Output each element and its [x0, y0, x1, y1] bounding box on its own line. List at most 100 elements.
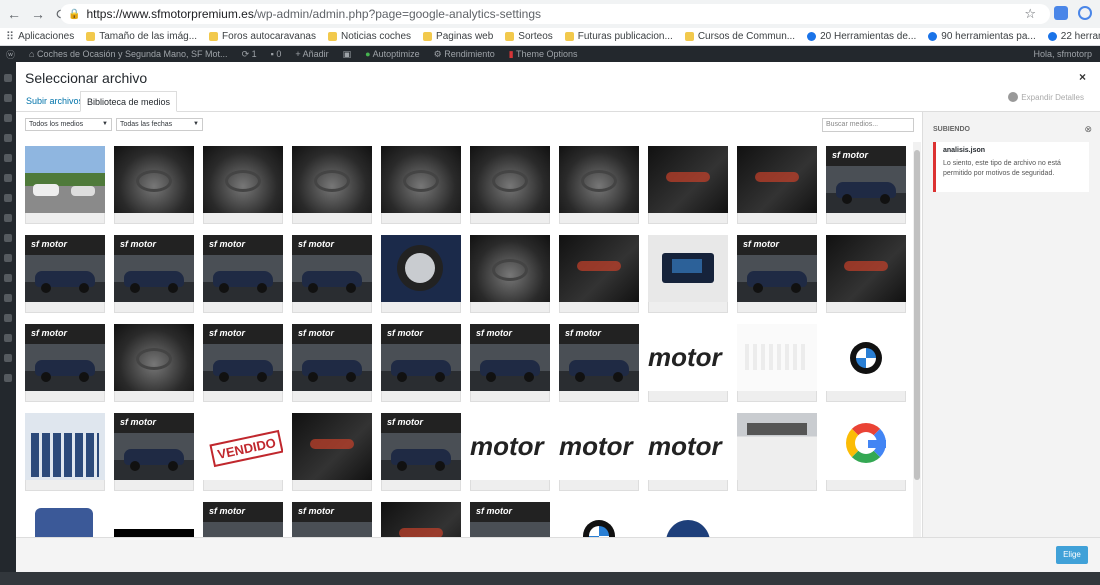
attachment-sf-logo[interactable] [648, 502, 728, 537]
dismiss-errors-icon[interactable]: ⊗ [1084, 124, 1092, 135]
theme-options-item[interactable]: ▮ Theme Options [509, 49, 578, 60]
attachment-audi-side[interactable]: sf motor [381, 324, 461, 402]
attachment-logo-motor-1[interactable]: motor [648, 324, 728, 402]
menu-icon[interactable] [4, 154, 12, 162]
menu-icon[interactable] [4, 114, 12, 122]
attachment-person-car[interactable]: sf motor [381, 413, 461, 491]
scrollbar-thumb[interactable] [914, 150, 920, 480]
attachment-audi-grille-2[interactable] [381, 502, 461, 537]
bookmark-item[interactable]: Futuras publicacion... [564, 31, 673, 42]
attachment-google-logo[interactable] [826, 413, 906, 491]
attachment-car-row-1[interactable]: sf motor [203, 502, 283, 537]
bookmark-item[interactable]: 90 herramientas pa... [928, 31, 1036, 42]
tab-upload-files[interactable]: Subir archivos [20, 91, 89, 112]
attachment-interior-dashboard[interactable] [381, 146, 461, 224]
attachment-sfmotor-car-2[interactable]: sf motor [114, 235, 194, 313]
attachment-sfmotor-car-1[interactable]: sf motor [25, 235, 105, 313]
attachment-steering-wheel[interactable] [203, 146, 283, 224]
media-type-filter[interactable]: Todos los medios ▼ [25, 118, 112, 131]
back-icon[interactable]: ← [4, 4, 24, 24]
menu-icon[interactable] [4, 174, 12, 182]
attachment-dashboard-console[interactable] [114, 146, 194, 224]
home-icon[interactable]: ⌂ Coches de Ocasión y Segunda Mano, SF M… [29, 49, 228, 59]
attachment-sfmotor-car-4[interactable]: sf motor [292, 235, 372, 313]
close-icon[interactable]: × [1079, 70, 1086, 84]
account-greeting[interactable]: Hola, sfmotorp [1033, 49, 1092, 59]
expand-details-button[interactable]: Expandir Detalles [1008, 92, 1084, 102]
attachment-car-park-photo[interactable] [25, 146, 105, 224]
date-filter[interactable]: Todas las fechas ▼ [116, 118, 203, 131]
menu-icon[interactable] [4, 274, 12, 282]
plugin-icon[interactable]: ▣ [343, 49, 352, 60]
attachment-navigation-screen[interactable] [648, 235, 728, 313]
bookmark-item[interactable]: 20 Herramientas de... [807, 31, 916, 42]
menu-icon[interactable] [4, 354, 12, 362]
attachment-logo-motor-2[interactable]: motor [470, 413, 550, 491]
menu-icon[interactable] [4, 254, 12, 262]
bookmark-star-icon[interactable]: ☆ [1024, 6, 1036, 22]
attachment-gauges[interactable] [826, 235, 906, 313]
attachment-engine-bay[interactable] [292, 413, 372, 491]
attachment-logo-numbers[interactable] [737, 324, 817, 402]
updates-item[interactable]: ⟳ 1 [242, 49, 257, 60]
attachment-showroom-building[interactable] [737, 413, 817, 491]
menu-icon[interactable] [4, 134, 12, 142]
profile-icon[interactable] [1078, 6, 1092, 20]
bookmark-item[interactable]: Noticias coches [328, 31, 411, 42]
bookmark-item[interactable]: 22 herramientas de... [1047, 31, 1100, 42]
attachment-audi-grille[interactable]: sf motor [470, 324, 550, 402]
attachment-black-white-bars[interactable] [114, 502, 194, 537]
tab-media-library[interactable]: Biblioteca de medios [80, 91, 178, 112]
extension-icon[interactable] [1054, 6, 1068, 20]
autoptimize-item[interactable]: ● Autoptimize [365, 49, 419, 59]
bookmark-item[interactable]: Tamaño de las imág... [86, 31, 197, 42]
comments-item[interactable]: ▪ 0 [271, 49, 282, 59]
attachment-rear-seats[interactable] [470, 146, 550, 224]
attachment-car-row-2[interactable]: sf motor [292, 502, 372, 537]
performance-item[interactable]: ⚙ Rendimiento [434, 49, 495, 60]
attachment-team-photo[interactable] [25, 413, 105, 491]
menu-icon[interactable] [4, 294, 12, 302]
bookmark-item[interactable]: Paginas web [423, 31, 493, 42]
menu-icon[interactable] [4, 94, 12, 102]
menu-icon[interactable] [4, 374, 12, 382]
menu-icon[interactable] [4, 74, 12, 82]
attachment-interior-wide[interactable] [470, 235, 550, 313]
attachment-bmw-logo[interactable] [826, 324, 906, 402]
attachment-seat-detail[interactable] [114, 324, 194, 402]
attachment-sfmotor-car-7[interactable]: sf motor [292, 324, 372, 402]
attachment-logo-motor-4[interactable]: motor [648, 413, 728, 491]
attachment-bmw-logo-2[interactable] [559, 502, 639, 537]
menu-icon[interactable] [4, 314, 12, 322]
attachment-showroom-2[interactable]: sf motor [470, 502, 550, 537]
attachment-sfmotor-car-5[interactable]: sf motor [25, 324, 105, 402]
search-input[interactable]: Buscar medios... [822, 118, 914, 132]
menu-icon[interactable] [4, 334, 12, 342]
attachment-headlight[interactable] [648, 146, 728, 224]
address-bar[interactable]: 🔒 https://www.sfmotorpremium.es/wp-admin… [60, 4, 1050, 24]
attachment-front-seats[interactable] [559, 146, 639, 224]
add-new-item[interactable]: + Añadir [295, 49, 328, 59]
attachment-sfmotor-car-3[interactable]: sf motor [203, 235, 283, 313]
attachment-wheel-rim[interactable] [381, 235, 461, 313]
attachment-showroom-person[interactable]: sf motor [114, 413, 194, 491]
attachment-logo-motor-3[interactable]: motor [559, 413, 639, 491]
attachment-audi-side-2[interactable]: sf motor [559, 324, 639, 402]
attachment-sfmotor-car-6[interactable]: sf motor [203, 324, 283, 402]
select-button[interactable]: Elige [1056, 546, 1088, 564]
attachment-taillight[interactable] [737, 146, 817, 224]
menu-icon[interactable] [4, 214, 12, 222]
attachment-vendido-stamp[interactable]: VENDIDO [203, 413, 283, 491]
forward-icon[interactable]: → [28, 4, 48, 24]
attachment-rear-view[interactable]: sf motor [826, 146, 906, 224]
menu-icon[interactable] [4, 234, 12, 242]
bookmark-item[interactable]: Sorteos [505, 31, 553, 42]
attachment-facebook-logo[interactable] [25, 502, 105, 537]
wordpress-icon[interactable]: ⓦ [6, 48, 15, 61]
attachment-radio-panel[interactable] [559, 235, 639, 313]
attachment-sfmotor-car-front[interactable]: sf motor [737, 235, 817, 313]
bookmark-item[interactable]: ⠿ Aplicaciones [6, 30, 74, 43]
attachment-interior-front[interactable] [292, 146, 372, 224]
scrollbar[interactable] [913, 142, 921, 537]
bookmark-item[interactable]: Foros autocaravanas [209, 31, 316, 42]
